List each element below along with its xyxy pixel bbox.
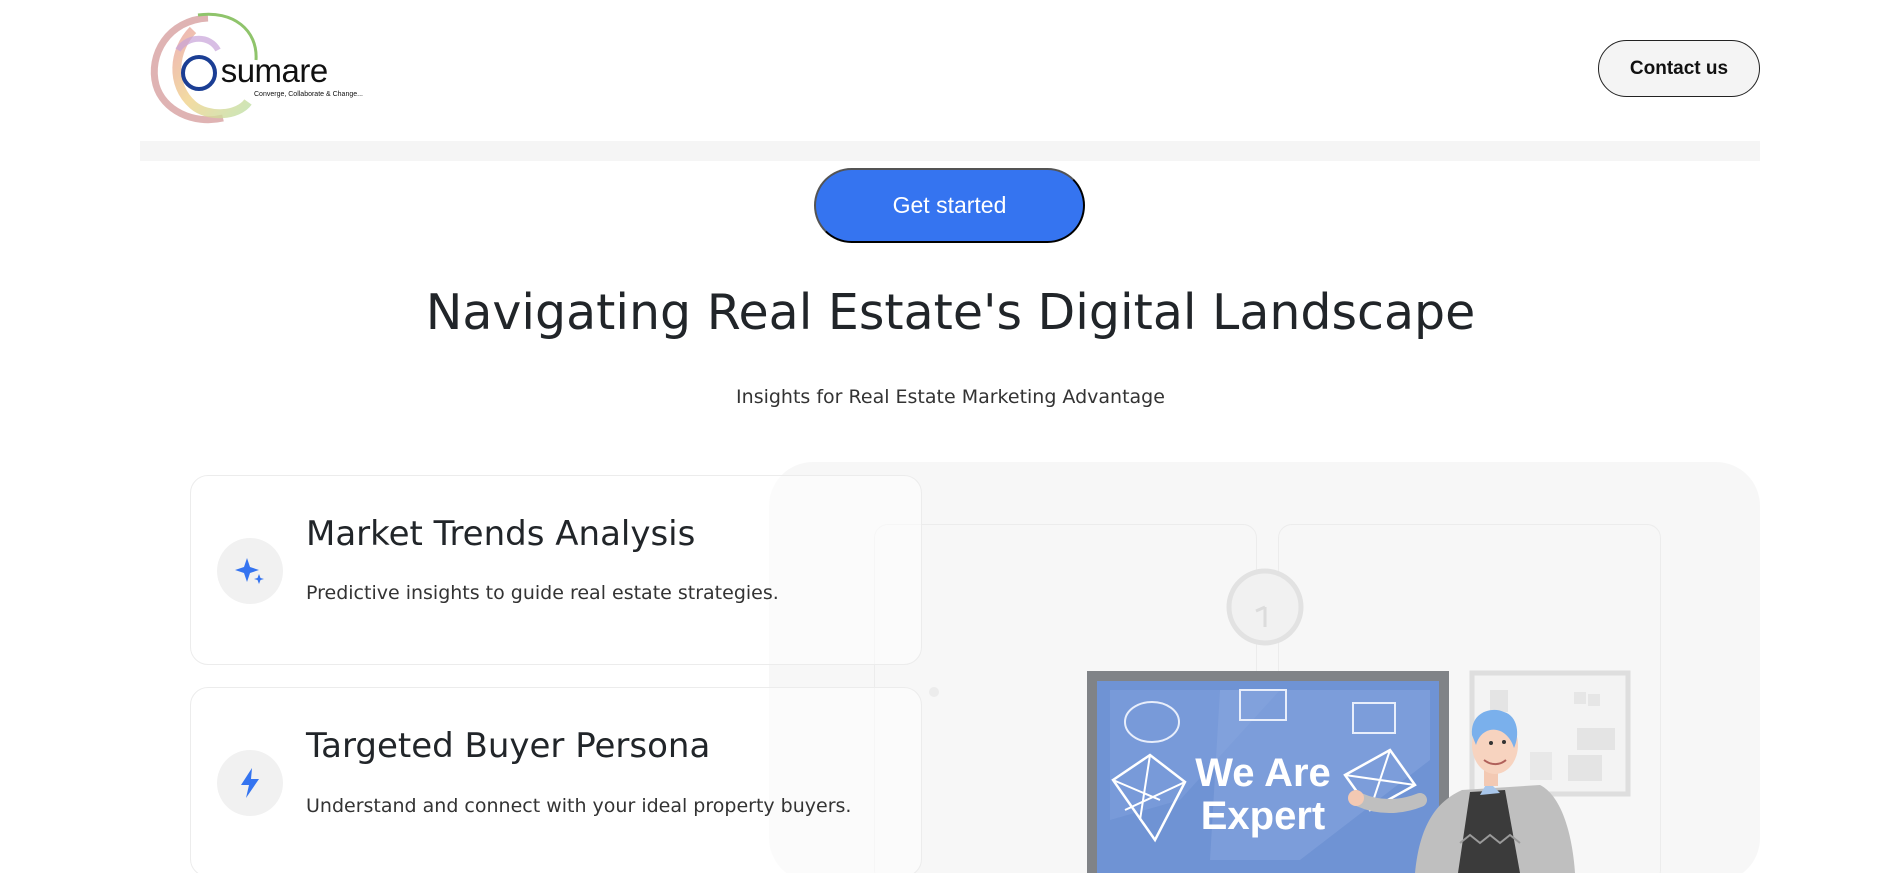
feature-card-buyer-persona[interactable]: Targeted Buyer Persona Understand and co… xyxy=(190,687,922,873)
logo-name: sumare xyxy=(220,52,329,89)
sparkle-icon xyxy=(217,538,283,604)
get-started-button[interactable]: Get started xyxy=(814,168,1085,243)
feature-description: Understand and connect with your ideal p… xyxy=(306,795,852,817)
contact-us-button[interactable]: Contact us xyxy=(1598,40,1760,97)
page-subtitle: Insights for Real Estate Marketing Advan… xyxy=(736,386,1165,408)
board-headline: We Are Expert xyxy=(1098,752,1428,838)
board-line-2: Expert xyxy=(1200,794,1326,838)
header-divider xyxy=(140,141,1760,161)
feature-description: Predictive insights to guide real estate… xyxy=(306,582,779,604)
feature-title: Targeted Buyer Persona xyxy=(306,726,711,766)
logo-tagline: Converge, Collaborate & Change... xyxy=(254,91,363,98)
osumare-logo[interactable]: sumare Converge, Collaborate & Change... xyxy=(148,10,363,125)
page-title: Navigating Real Estate's Digital Landsca… xyxy=(425,284,1476,341)
board-line-1: We Are xyxy=(1195,751,1331,795)
feature-title: Market Trends Analysis xyxy=(306,514,696,554)
feature-card-market-trends[interactable]: Market Trends Analysis Predictive insigh… xyxy=(190,475,922,665)
lightning-icon xyxy=(217,750,283,816)
site-header: sumare Converge, Collaborate & Change...… xyxy=(140,0,1760,140)
logo-wordmark: sumare xyxy=(186,52,329,90)
